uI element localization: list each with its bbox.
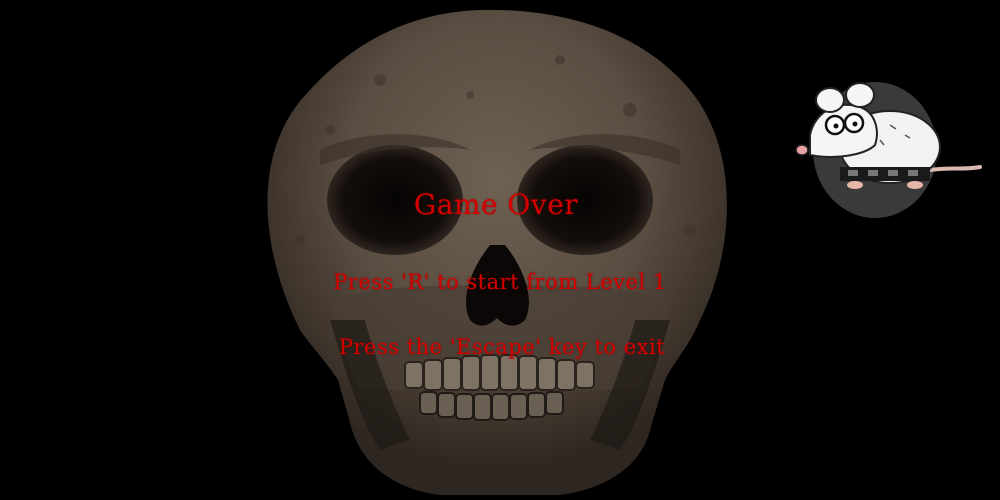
game-over-title: Game Over (413, 188, 579, 221)
restart-instruction: Press 'R' to start from Level 1 (333, 270, 667, 294)
exit-instruction: Press the 'Escape' key to exit (338, 335, 666, 359)
game-over-screen: Game Over Press 'R' to start from Level … (0, 0, 1000, 500)
